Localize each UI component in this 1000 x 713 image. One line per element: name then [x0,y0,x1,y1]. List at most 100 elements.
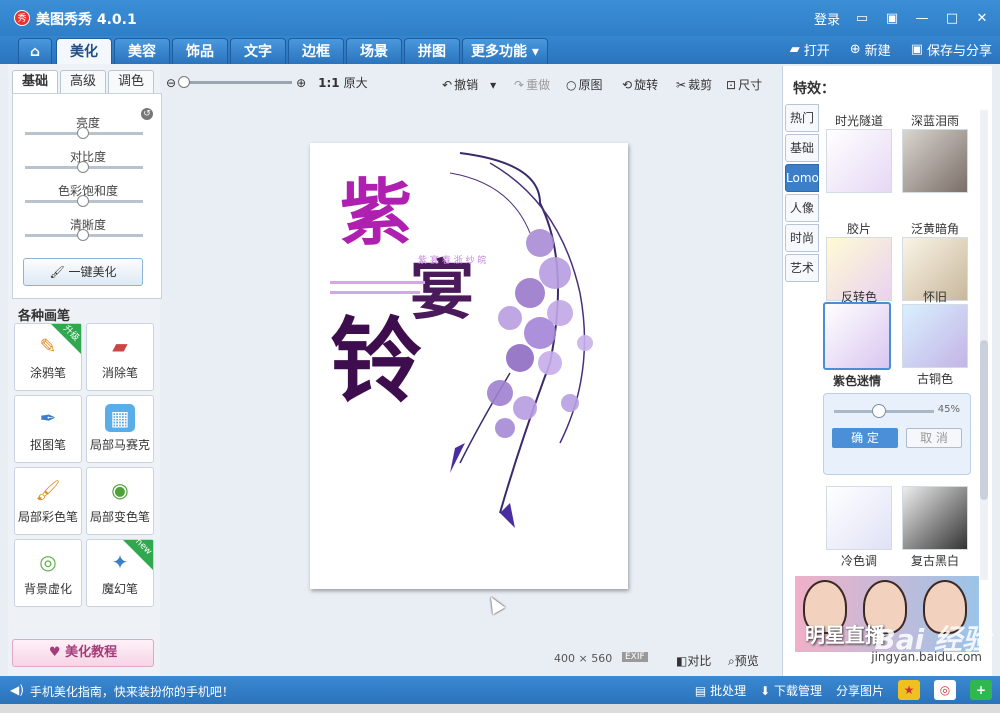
cancel-button[interactable]: 取 消 [906,428,962,448]
tab-border[interactable]: 边框 [288,38,344,64]
category-basic[interactable]: 基础 [785,134,819,162]
effect-purple-fantasy[interactable]: 紫色迷情 [823,302,891,389]
exif-button[interactable]: EXIF [622,652,648,662]
batch-icon: ▤ [694,683,711,698]
slider-knob[interactable] [77,127,89,139]
brush-local-color[interactable]: 🖌 局部彩色笔 [14,467,82,535]
effect-bronze[interactable]: 古铜色 [901,304,969,387]
brush-local-recolor[interactable]: ◉ 局部变色笔 [86,467,154,535]
preview-icon: ⌕ [728,654,735,668]
zoom-knob[interactable] [178,76,191,88]
effect-deep-blue-rain[interactable]: 深蓝泪雨 [901,110,969,193]
resize-button[interactable]: ⊡ 尺寸 [726,76,762,93]
preview-button[interactable]: ⌕预览 [728,652,759,669]
tab-collage[interactable]: 拼图 [404,38,460,64]
tab-beauty[interactable]: 美容 [114,38,170,64]
main-nav: ⌂ 美化 美容 饰品 文字 边框 场景 拼图 更多功能 ▾ ▰ 打开 ⊕ 新建 ▣ 保… [0,36,1000,64]
undo-button[interactable]: ↶ 撤销 ▾ [442,76,496,93]
mobile-tip[interactable]: ◀) 手机美化指南，快来装扮你的手机吧！ [10,683,234,700]
minimize-icon[interactable]: — [914,11,930,27]
sharpness-label: 清晰度 [69,218,106,232]
batch-button[interactable]: ▤ 批处理 [695,682,746,699]
sharpness-slider[interactable]: 清晰度 [13,216,163,241]
category-hot[interactable]: 热门 [785,104,819,132]
crop-button[interactable]: ✂ 裁剪 [676,76,712,93]
brush-eraser[interactable]: ▰ 消除笔 [86,323,154,391]
open-button[interactable]: ▰ 打开 [790,40,830,59]
scroll-thumb[interactable] [980,340,988,500]
effect-thumbnail [902,129,968,193]
effect-cool-tone[interactable]: 冷色调 [825,486,893,569]
undo-dropdown-icon[interactable]: ▾ [490,78,496,92]
effects-panel: 特效： 热门 基础 Lomo 人像 时尚 艺术 时光隧道 深蓝泪雨 胶片 泛黄暗… [782,66,992,676]
add-icon[interactable]: + [970,680,992,700]
tab-beautify[interactable]: 美化 [56,38,112,64]
effect-label: 时光隧道 [834,114,883,128]
tab-scene[interactable]: 场景 [346,38,402,64]
brush-magic[interactable]: ✦ 魔幻笔 new [86,537,154,607]
saturation-slider[interactable]: 色彩饱和度 [13,182,163,207]
subtab-basic[interactable]: 基础 [12,70,58,94]
redo-button[interactable]: ↷ 重做 [514,76,550,93]
share-image-button[interactable]: 分享图片 [836,682,884,699]
brush-cutout[interactable]: ✒ 抠图笔 [14,395,82,463]
slider-knob[interactable] [77,195,89,207]
one-key-label: 一键美化 [68,265,117,279]
tab-accessories[interactable]: 饰品 [172,38,228,64]
download-icon: ⬇ [760,683,774,698]
tab-text[interactable]: 文字 [230,38,286,64]
new-button[interactable]: ⊕ 新建 [850,40,891,59]
effects-scrollbar[interactable] [980,110,988,580]
tab-more[interactable]: 更多功能 ▾ [462,38,548,64]
login-link[interactable]: 登录 [814,9,840,28]
photo-canvas[interactable]: 紫 宴 铃 紫 宴 春 浙 纱 皖 [310,143,628,589]
brush-mosaic[interactable]: ▦ 局部马赛克 [86,395,154,463]
tutorial-button[interactable]: ♥ 美化教程 [12,639,154,667]
redo-label: 重做 [526,78,551,92]
original-size-button[interactable]: 原大 [344,74,368,91]
slider-knob[interactable] [77,161,89,173]
zoom-in-icon[interactable]: ⊕ [296,76,306,90]
intensity-knob[interactable] [872,404,886,418]
brightness-slider[interactable]: 亮度 [13,114,163,139]
download-button[interactable]: ⬇ 下载管理 [760,682,822,699]
brush-label: 魔幻笔 [101,582,138,596]
effect-time-tunnel[interactable]: 时光隧道 [825,110,893,193]
skin-icon[interactable]: ▣ [884,11,900,27]
subtab-color[interactable]: 调色 [108,70,154,94]
poster-char-3: 铃 [330,307,422,415]
star-icon[interactable]: ★ [898,680,920,700]
effect-retro-bw[interactable]: 复古黑白 [901,486,969,569]
category-lomo[interactable]: Lomo [785,164,819,192]
subtab-advanced[interactable]: 高级 [60,70,106,94]
home-tab[interactable]: ⌂ [18,38,52,64]
slider-knob[interactable] [77,229,89,241]
flower-cluster [487,229,593,438]
original-button[interactable]: ○ 原图 [566,76,603,93]
weibo-icon[interactable]: ◎ [934,680,956,700]
brush-doodle[interactable]: ✎ 涂鸦笔 升级 [14,323,82,391]
message-icon[interactable]: ▭ [854,11,870,27]
tutorial-label: 美化教程 [65,645,118,660]
category-fashion[interactable]: 时尚 [785,224,819,252]
save-share-button[interactable]: ▣ 保存与分享 [911,40,992,59]
open-label: 打开 [803,44,830,59]
effect-nostalgia[interactable]: 怀旧 [901,286,969,305]
status-bar: ◀) 手机美化指南，快来装扮你的手机吧！ ▤ 批处理 ⬇ 下载管理 分享图片 ★ … [0,676,1000,704]
scissors-icon: ✂ [676,77,687,92]
ratio-label[interactable]: 1:1 [318,76,340,90]
close-icon[interactable]: ✕ [974,11,990,27]
confirm-button[interactable]: 确 定 [832,428,898,448]
compare-button[interactable]: ◧对比 [676,652,711,669]
zoom-slider[interactable] [178,76,293,88]
category-art[interactable]: 艺术 [785,254,819,282]
rotate-button[interactable]: ⟲ 旋转 [622,76,658,93]
category-portrait[interactable]: 人像 [785,194,819,222]
watermark-url: jingyan.baidu.com [871,650,982,664]
brush-background-blur[interactable]: ◎ 背景虚化 [14,539,82,607]
app-title: 美图秀秀 4.0.1 [36,12,137,28]
one-key-beautify-button[interactable]: 🖌 一键美化 [23,258,143,286]
zoom-out-icon[interactable]: ⊖ [166,76,176,90]
contrast-slider[interactable]: 对比度 [13,148,163,173]
maximize-icon[interactable]: □ [944,11,960,27]
